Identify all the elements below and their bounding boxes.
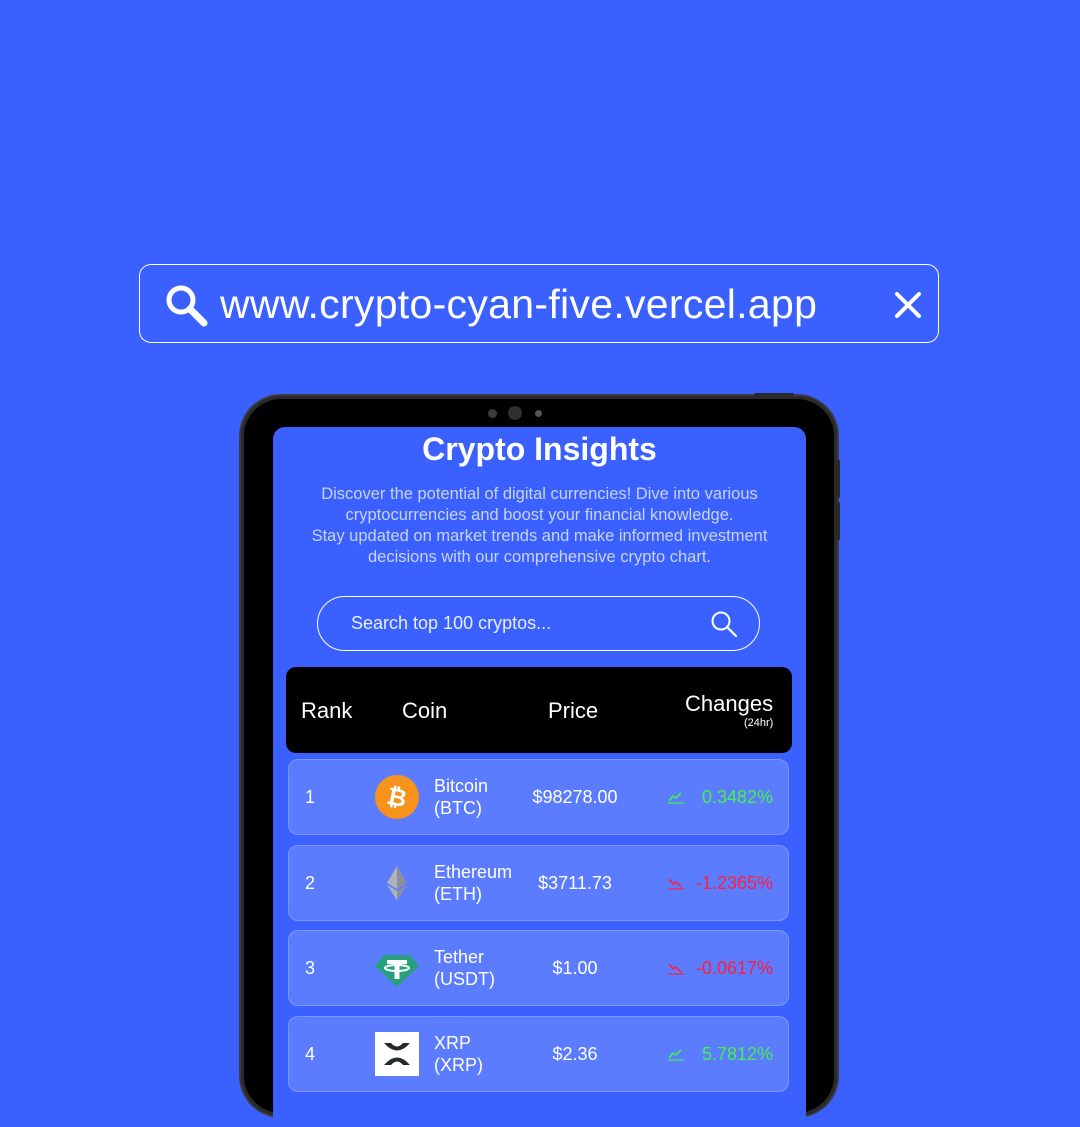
coin-price: $3711.73 (538, 873, 612, 893)
coin-change: -0.0617% (695, 958, 773, 978)
coin-full-name: XRP (434, 1033, 472, 1053)
table-row[interactable]: 4 XRP (XRP) $2.36 5.7812% (288, 1016, 789, 1092)
table-header: Rank Coin Price Changes (24hr) (286, 667, 792, 753)
row-rank: 2 (305, 873, 316, 893)
coin-price: $1.00 (552, 958, 598, 978)
table-row[interactable]: 2 Ethereum (ETH) $3711.73 -1.2365% (288, 845, 789, 921)
table-row[interactable]: 3 Tether (USDT) $1.00 -0.0617% (288, 930, 789, 1006)
coin-full-name: Ethereum (434, 862, 513, 882)
trending-down-icon (668, 963, 684, 975)
url-bar[interactable]: www.crypto-cyan-five.vercel.app (139, 264, 939, 343)
header-price: Price (548, 698, 599, 723)
header-changes: Changes (685, 691, 774, 716)
row-rank: 3 (305, 958, 316, 978)
trending-down-icon (668, 878, 684, 890)
search-icon[interactable] (710, 610, 738, 638)
header-rank: Rank (301, 698, 353, 723)
coin-symbol: (USDT) (434, 969, 495, 989)
page-description: Discover the potential of digital curren… (283, 484, 796, 568)
description-line-2: Stay updated on market trends and make i… (311, 527, 768, 566)
coin-price: $98278.00 (532, 787, 618, 807)
header-changes-period: (24hr) (744, 717, 774, 729)
header-coin: Coin (402, 698, 448, 723)
description-line-1: Discover the potential of digital curren… (321, 485, 758, 524)
coin-symbol: (BTC) (434, 798, 482, 818)
power-button (754, 393, 794, 396)
volume-down-button (837, 502, 840, 540)
xrp-logo-icon (375, 1032, 419, 1076)
camera-icon (508, 406, 522, 420)
bitcoin-logo-icon: ₿ (375, 775, 419, 819)
volume-up-button (837, 460, 840, 498)
coin-name: Tether (USDT) (434, 946, 495, 990)
search-placeholder: Search top 100 cryptos... (351, 613, 552, 633)
coin-change: 0.3482% (701, 787, 773, 807)
coin-name: Bitcoin (BTC) (434, 775, 488, 819)
app-screen: Crypto Insights Discover the potential o… (273, 427, 806, 1127)
tablet-frame: Crypto Insights Discover the potential o… (241, 393, 840, 1127)
coin-symbol: (XRP) (434, 1055, 483, 1075)
table-row[interactable]: 1 ₿ Bitcoin (BTC) $98278.00 0.3482% (288, 759, 789, 835)
url-text[interactable]: www.crypto-cyan-five.vercel.app (220, 265, 817, 344)
sensor-dot (535, 410, 542, 417)
trending-up-icon (668, 792, 684, 804)
coin-name: XRP (XRP) (434, 1032, 483, 1076)
sensor-dot (488, 409, 497, 418)
coin-full-name: Tether (434, 947, 485, 967)
crypto-search-input[interactable]: Search top 100 cryptos... (317, 596, 760, 651)
row-rank: 1 (305, 787, 316, 807)
ethereum-logo-icon (387, 866, 407, 900)
coin-name: Ethereum (ETH) (434, 861, 512, 905)
page-title: Crypto Insights (422, 431, 657, 467)
coin-symbol: (ETH) (434, 884, 482, 904)
close-icon[interactable] (892, 289, 924, 321)
search-icon (166, 285, 208, 327)
trending-up-icon (668, 1049, 684, 1061)
tether-logo-icon (375, 955, 419, 987)
coin-full-name: Bitcoin (434, 776, 489, 796)
coin-change: -1.2365% (695, 873, 773, 893)
